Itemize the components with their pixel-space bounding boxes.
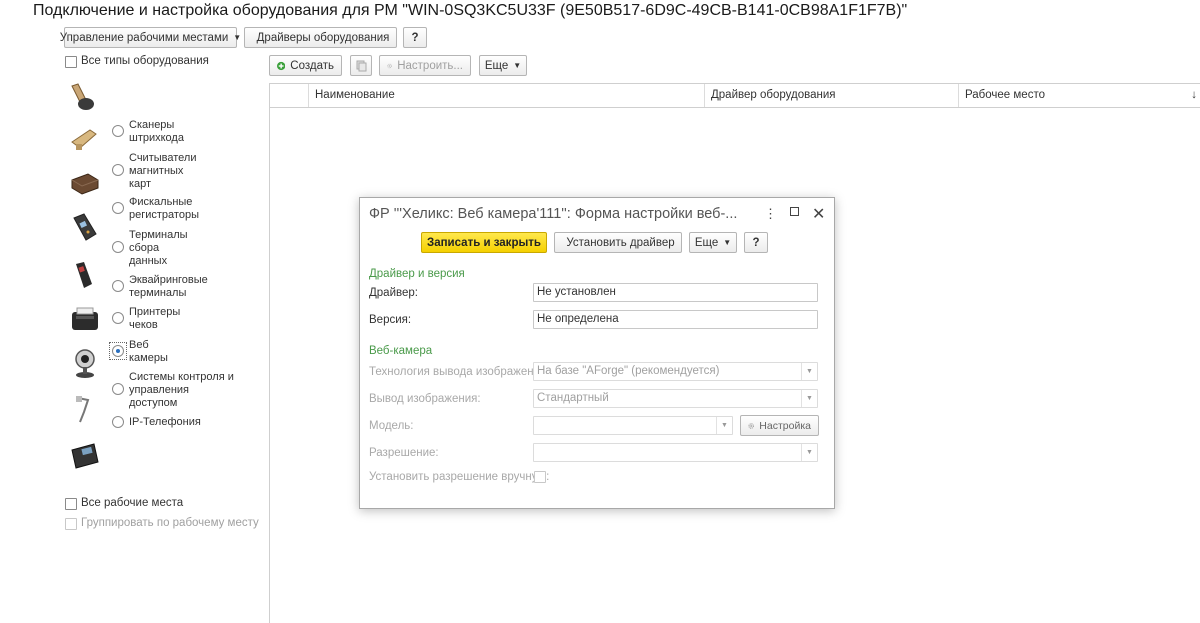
copy-button[interactable]	[350, 55, 372, 76]
radio-acquiring-terminals[interactable]	[112, 280, 124, 292]
section-driver-version: Драйвер и версия	[369, 268, 465, 280]
type-label-receipt-printers: Принтеры чеков	[129, 306, 181, 331]
output-value: Стандартный	[537, 392, 609, 404]
resolution-label: Разрешение:	[369, 447, 439, 459]
configure-button[interactable]: Настроить...	[379, 55, 471, 76]
webcam-icon	[75, 349, 95, 378]
barcode-scanner-icon	[71, 129, 97, 150]
group-by-workplace-checkbox[interactable]	[65, 518, 77, 530]
radio-card-readers[interactable]	[112, 164, 124, 176]
type-label-ip-telephony: IP-Телефония	[129, 416, 201, 428]
workplaces-menu-button[interactable]: Управление рабочими местами ▼	[60, 27, 241, 48]
type-label-fiscal-registers: Фискальные регистраторы	[129, 196, 199, 221]
driver-label: Драйвер:	[369, 287, 418, 299]
chevron-down-icon: ▼	[513, 61, 522, 70]
drivers-label: Драйверы оборудования	[256, 31, 390, 44]
version-field[interactable]: Не определена	[533, 310, 818, 329]
type-label-access-control: Системы контроля и управления доступом	[129, 371, 234, 409]
dialog-title: ФР '''Хеликс: Веб камера'111'': Форма на…	[369, 206, 738, 222]
column-driver[interactable]: Драйвер оборудования	[704, 84, 958, 107]
handheld-scanner-icon	[71, 83, 94, 110]
model-select[interactable]: ▼	[533, 416, 733, 435]
close-icon[interactable]: ✕	[812, 204, 825, 224]
webcam-settings-dialog: ФР '''Хеликс: Веб камера'111'': Форма на…	[359, 197, 835, 509]
version-label: Версия:	[369, 314, 412, 326]
section-webcam: Веб-камера	[369, 345, 433, 357]
install-driver-label: Установить драйвер	[566, 236, 675, 249]
tech-value: На базе "AForge" (рекомендуется)	[537, 365, 720, 377]
type-label-webcams: Веб камеры	[129, 339, 168, 364]
ip-phone-icon	[71, 443, 99, 469]
radio-receipt-printers[interactable]	[112, 312, 124, 324]
group-by-workplace-label: Группировать по рабочему месту	[81, 517, 259, 529]
drivers-button[interactable]: Драйверы оборудования	[244, 27, 397, 48]
model-settings-label: Настройка	[759, 419, 811, 432]
fiscal-register-icon	[73, 213, 97, 241]
list-more-label: Еще	[484, 59, 509, 72]
maximize-icon[interactable]	[790, 207, 799, 216]
all-types-checkbox[interactable]	[65, 56, 77, 68]
help-button[interactable]: ?	[403, 27, 427, 48]
create-label: Создать	[290, 59, 334, 72]
gear-icon	[748, 422, 754, 429]
chevron-down-icon: ▼	[233, 33, 242, 42]
access-control-icon	[76, 396, 90, 423]
tech-select[interactable]: На базе "AForge" (рекомендуется) ▼	[533, 362, 818, 381]
dialog-help-button[interactable]: ?	[744, 232, 768, 253]
manual-resolution-checkbox[interactable]	[534, 471, 546, 483]
chevron-down-icon: ▼	[801, 363, 817, 380]
output-select[interactable]: Стандартный ▼	[533, 389, 818, 408]
model-label: Модель:	[369, 420, 414, 432]
type-label-data-terminals: Терминалы сбора данных	[129, 229, 188, 267]
all-workplaces-checkbox[interactable]	[65, 498, 77, 510]
copy-icon	[356, 60, 366, 71]
driver-field[interactable]: Не установлен	[533, 283, 818, 302]
radio-access-control[interactable]	[112, 383, 124, 395]
resolution-select[interactable]: ▼	[533, 443, 818, 462]
type-label-card-readers: Считыватели магнитных карт	[129, 152, 197, 190]
chevron-down-icon: ▼	[716, 417, 732, 434]
dialog-more-label: Еще	[694, 236, 719, 249]
type-label-acquiring-terminals: Эквайринговые терминалы	[129, 274, 208, 299]
data-terminal-icon	[76, 262, 92, 288]
chevron-down-icon: ▼	[801, 390, 817, 407]
sort-arrow-icon: ↓	[1191, 89, 1197, 101]
grid-header: Наименование Драйвер оборудования Рабоче…	[270, 83, 1200, 108]
column-workplace-label: Рабочее место	[965, 89, 1045, 101]
plus-circle-icon	[277, 61, 286, 70]
type-label-barcode-scanners: Сканеры штрихкода	[129, 119, 184, 144]
tech-label: Технология вывода изображения:	[369, 366, 550, 378]
list-more-button[interactable]: Еще ▼	[479, 55, 527, 76]
output-label: Вывод изображения:	[369, 393, 481, 405]
radio-data-terminals[interactable]	[112, 241, 124, 253]
dialog-more-button[interactable]: Еще ▼	[689, 232, 737, 253]
column-name[interactable]: Наименование	[308, 84, 704, 107]
create-button[interactable]: Создать	[269, 55, 342, 76]
more-vertical-icon[interactable]: ⋮	[764, 206, 777, 222]
configure-label: Настроить...	[397, 59, 463, 72]
radio-fiscal-registers[interactable]	[112, 202, 124, 214]
install-driver-button[interactable]: Установить драйвер	[554, 232, 682, 253]
model-settings-button[interactable]: Настройка	[740, 415, 819, 436]
card-reader-icon	[71, 173, 99, 195]
page-title: Подключение и настройка оборудования для…	[33, 2, 908, 19]
radio-barcode-scanners[interactable]	[112, 125, 124, 137]
save-and-close-button[interactable]: Записать и закрыть	[421, 232, 547, 253]
all-types-label: Все типы оборудования	[81, 55, 209, 67]
gear-icon	[387, 63, 392, 68]
column-workplace[interactable]: Рабочее место ↓	[958, 84, 1200, 107]
chevron-down-icon: ▼	[801, 444, 817, 461]
all-workplaces-label: Все рабочие места	[81, 497, 184, 509]
workplaces-menu-label: Управление рабочими местами	[59, 31, 229, 44]
chevron-down-icon: ▼	[723, 238, 732, 247]
manual-resolution-label: Установить разрешение вручную:	[369, 471, 550, 483]
receipt-printer-icon	[72, 307, 98, 330]
radio-webcams[interactable]	[112, 345, 124, 357]
radio-ip-telephony[interactable]	[112, 416, 124, 428]
